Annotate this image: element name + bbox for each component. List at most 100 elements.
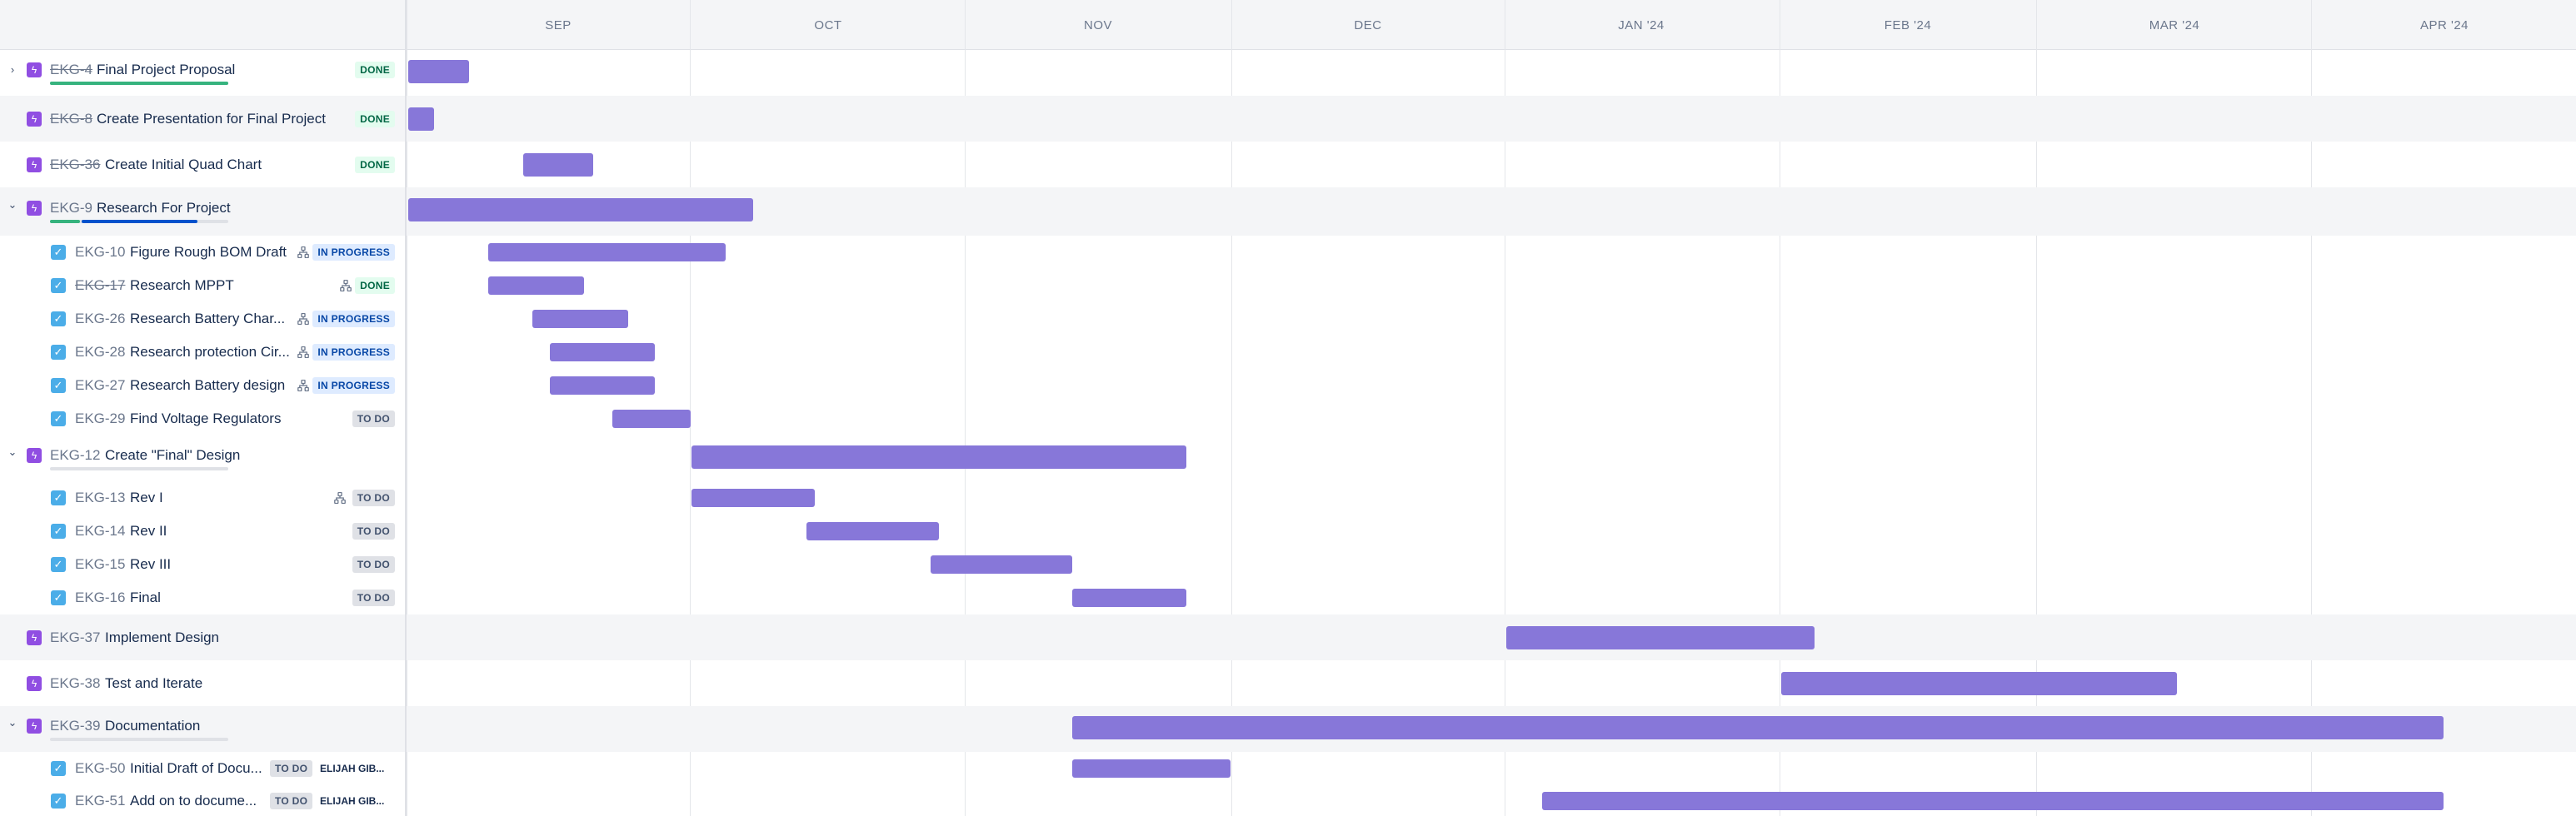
child-issue-row[interactable]: ✓ EKG-10 Figure Rough BOM Draft IN PROGRESS: [0, 236, 2576, 269]
issue-summary[interactable]: Final Project Proposal: [97, 62, 235, 78]
issue-key[interactable]: EKG-10: [75, 244, 125, 261]
issue-key[interactable]: EKG-51: [75, 793, 125, 809]
timeline-bar[interactable]: [1072, 759, 1231, 778]
chevron-right-icon[interactable]: ›: [7, 64, 18, 76]
issue-key[interactable]: EKG-27: [75, 377, 125, 394]
issue-summary[interactable]: Documentation: [105, 718, 200, 734]
issue-summary[interactable]: Create Presentation for Final Project: [97, 111, 326, 127]
issue-key[interactable]: EKG-50: [75, 760, 125, 777]
issue-summary[interactable]: Implement Design: [105, 629, 219, 646]
timeline-bar[interactable]: [1781, 672, 2177, 695]
timeline-bar[interactable]: [612, 410, 691, 428]
epic-row[interactable]: ⌄ ϟ EKG-39 Documentation: [0, 706, 2576, 752]
issue-key[interactable]: EKG-36: [50, 157, 100, 173]
timeline-bar[interactable]: [488, 243, 726, 261]
status-badge[interactable]: TO DO: [352, 523, 395, 540]
child-issue-row[interactable]: ✓ EKG-27 Research Battery design IN PROGRES…: [0, 369, 2576, 402]
status-badge[interactable]: IN PROGRESS: [312, 311, 395, 327]
assignee-chip[interactable]: ELIJAH GIB...: [315, 760, 390, 777]
chevron-down-icon[interactable]: ⌄: [7, 446, 18, 458]
issue-key[interactable]: EKG-29: [75, 410, 125, 427]
issue-summary[interactable]: Find Voltage Regulators: [130, 410, 281, 427]
issue-summary[interactable]: Rev I: [130, 490, 163, 506]
status-badge[interactable]: TO DO: [352, 490, 395, 506]
status-badge[interactable]: DONE: [355, 277, 395, 294]
status-badge[interactable]: TO DO: [270, 793, 313, 809]
status-badge[interactable]: DONE: [355, 62, 395, 78]
status-badge[interactable]: TO DO: [270, 760, 313, 777]
timeline-bar[interactable]: [691, 489, 815, 507]
epic-row[interactable]: ⌄ ϟ EKG-12 Create "Final" Design: [0, 435, 2576, 481]
child-issue-row[interactable]: ✓ EKG-16 Final TO DO: [0, 581, 2576, 614]
status-badge[interactable]: DONE: [355, 111, 395, 127]
timeline-bar[interactable]: [550, 343, 655, 361]
epic-row[interactable]: ϟ EKG-38 Test and Iterate: [0, 660, 2576, 706]
issue-summary[interactable]: Rev II: [130, 523, 167, 540]
issue-key[interactable]: EKG-26: [75, 311, 125, 327]
timeline-bar[interactable]: [488, 276, 584, 295]
epic-row[interactable]: › ϟ EKG-4 Final Project Proposal DONE: [0, 50, 2576, 96]
status-badge[interactable]: IN PROGRESS: [312, 377, 395, 394]
epic-row[interactable]: ϟ EKG-8 Create Presentation for Final Proj…: [0, 96, 2576, 142]
timeline-bar[interactable]: [523, 153, 593, 177]
timeline-bar[interactable]: [1072, 716, 2444, 739]
issue-key[interactable]: EKG-8: [50, 111, 92, 127]
status-badge[interactable]: IN PROGRESS: [312, 344, 395, 361]
timeline-bar[interactable]: [408, 198, 753, 221]
issue-key[interactable]: EKG-17: [75, 277, 125, 294]
epic-row[interactable]: ⌄ ϟ EKG-9 Research For Project: [0, 187, 2576, 236]
issue-summary[interactable]: Create "Final" Design: [105, 447, 240, 464]
status-badge[interactable]: IN PROGRESS: [312, 244, 395, 261]
issue-key[interactable]: EKG-12: [50, 447, 100, 464]
timeline-bar[interactable]: [1072, 589, 1186, 607]
status-badge[interactable]: TO DO: [352, 410, 395, 427]
child-issue-row[interactable]: ✓ EKG-13 Rev I TO DO: [0, 481, 2576, 515]
timeline-bar[interactable]: [550, 376, 655, 395]
status-badge[interactable]: DONE: [355, 157, 395, 173]
issue-summary[interactable]: Test and Iterate: [105, 675, 202, 692]
child-issue-row[interactable]: ✓ EKG-50 Initial Draft of Docu... TO DO ELIJ…: [0, 752, 2576, 785]
issue-key[interactable]: EKG-4: [50, 62, 92, 78]
timeline-bar[interactable]: [1506, 626, 1815, 649]
issue-summary[interactable]: Create Initial Quad Chart: [105, 157, 262, 173]
issue-key[interactable]: EKG-13: [75, 490, 125, 506]
issue-summary[interactable]: Research For Project: [97, 200, 231, 216]
status-badge[interactable]: TO DO: [352, 556, 395, 573]
issue-summary[interactable]: Figure Rough BOM Draft: [130, 244, 287, 261]
child-issue-row[interactable]: ✓ EKG-26 Research Battery Char... IN PROGRE…: [0, 302, 2576, 336]
chevron-down-icon[interactable]: ⌄: [7, 199, 18, 211]
issue-summary[interactable]: Add on to docume...: [130, 793, 257, 809]
issue-summary[interactable]: Final: [130, 590, 161, 606]
child-issue-row[interactable]: ✓ EKG-28 Research protection Cir... IN PROG…: [0, 336, 2576, 369]
status-badge[interactable]: TO DO: [352, 590, 395, 606]
issue-summary[interactable]: Research protection Cir...: [130, 344, 290, 361]
issue-summary[interactable]: Research Battery Char...: [130, 311, 285, 327]
child-issue-row[interactable]: ✓ EKG-14 Rev II TO DO: [0, 515, 2576, 548]
timeline-bar[interactable]: [408, 60, 469, 83]
issue-summary[interactable]: Rev III: [130, 556, 171, 573]
issue-summary[interactable]: Initial Draft of Docu...: [130, 760, 262, 777]
issue-key[interactable]: EKG-38: [50, 675, 100, 692]
epic-row[interactable]: ϟ EKG-36 Create Initial Quad Chart DONE: [0, 142, 2576, 187]
issue-key[interactable]: EKG-28: [75, 344, 125, 361]
issue-summary[interactable]: Research MPPT: [130, 277, 234, 294]
timeline-bar[interactable]: [931, 555, 1072, 574]
child-issue-row[interactable]: ✓ EKG-29 Find Voltage Regulators TO DO: [0, 402, 2576, 435]
chevron-down-icon[interactable]: ⌄: [7, 717, 18, 729]
issue-key[interactable]: EKG-14: [75, 523, 125, 540]
timeline-bar[interactable]: [691, 445, 1186, 469]
issue-key[interactable]: EKG-39: [50, 718, 100, 734]
assignee-chip[interactable]: ELIJAH GIB...: [315, 793, 390, 809]
timeline-bar[interactable]: [806, 522, 939, 540]
issue-key[interactable]: EKG-15: [75, 556, 125, 573]
epic-row[interactable]: ϟ EKG-37 Implement Design: [0, 614, 2576, 660]
issue-key[interactable]: EKG-16: [75, 590, 125, 606]
issue-key[interactable]: EKG-9: [50, 200, 92, 216]
child-issue-row[interactable]: ✓ EKG-17 Research MPPT DONE: [0, 269, 2576, 302]
child-issue-row[interactable]: ✓ EKG-15 Rev III TO DO: [0, 548, 2576, 581]
timeline-bar[interactable]: [532, 310, 628, 328]
timeline-bar[interactable]: [1542, 792, 2444, 810]
issue-summary[interactable]: Research Battery design: [130, 377, 285, 394]
issue-key[interactable]: EKG-37: [50, 629, 100, 646]
child-issue-row[interactable]: ✓ EKG-51 Add on to docume... TO DO ELIJAH GI…: [0, 785, 2576, 816]
